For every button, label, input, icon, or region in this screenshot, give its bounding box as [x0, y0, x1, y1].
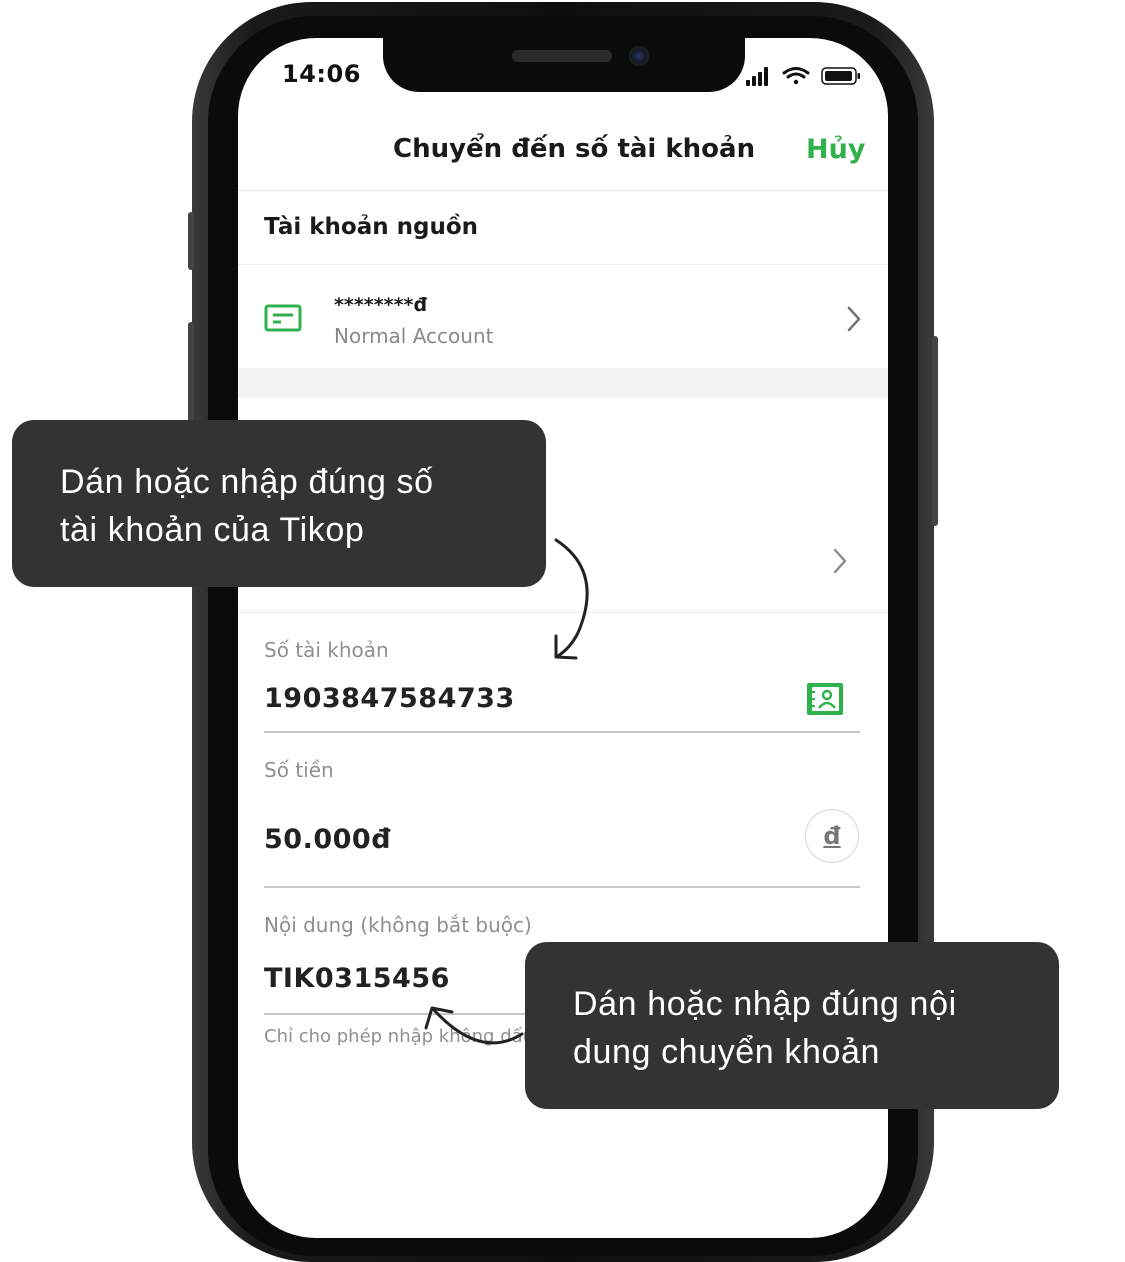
callout-1-line1: Dán hoặc nhập đúng số	[60, 463, 434, 501]
callout-1-line2: tài khoản của Tikop	[60, 511, 365, 549]
account-balance: ********đ	[334, 294, 428, 316]
currency-icon[interactable]: đ	[805, 809, 859, 863]
phone-side-button	[188, 212, 194, 270]
callout-content: Dán hoặc nhập đúng nội dung chuyển khoản	[525, 942, 1059, 1109]
status-icons	[744, 64, 864, 88]
signal-icon	[746, 67, 768, 86]
account-number-label: Số tài khoản	[264, 638, 389, 662]
account-type: Normal Account	[334, 324, 494, 348]
notch	[383, 38, 745, 92]
divider	[238, 264, 888, 265]
speaker	[512, 50, 612, 62]
section-separator	[238, 368, 888, 398]
arrow-to-content-icon	[424, 1006, 524, 1045]
source-account-row[interactable]: ********đ Normal Account	[238, 266, 888, 368]
amount-underline	[264, 886, 860, 888]
contacts-icon[interactable]	[806, 682, 844, 716]
cancel-button[interactable]: Hủy	[806, 134, 865, 165]
account-number-underline	[264, 731, 860, 733]
callout-2-line2: dung chuyển khoản	[573, 1033, 881, 1071]
currency-symbol: đ	[823, 822, 841, 850]
callout-account-number: Dán hoặc nhập đúng số tài khoản của Tiko…	[12, 420, 546, 587]
content-input[interactable]: TIK0315456	[264, 963, 450, 994]
card-icon	[264, 304, 302, 332]
wifi-icon	[782, 67, 810, 85]
phone-volume-up	[188, 322, 194, 422]
nav-bar: Chuyển đến số tài khoản Hủy	[238, 108, 888, 191]
chevron-right-icon	[833, 548, 847, 574]
battery-icon	[821, 67, 860, 85]
source-account-heading: Tài khoản nguồn	[264, 214, 479, 240]
amount-input[interactable]: 50.000đ	[264, 824, 391, 855]
content-label: Nội dung (không bắt buộc)	[264, 913, 532, 937]
phone-power-button	[932, 336, 938, 526]
callout-2-line1: Dán hoặc nhập đúng nội	[573, 985, 957, 1023]
account-number-input[interactable]: 1903847584733	[264, 683, 515, 714]
chevron-right-icon	[847, 306, 861, 332]
front-camera	[629, 46, 649, 66]
page-title: Chuyển đến số tài khoản	[393, 134, 756, 164]
arrow-to-account-number-icon	[554, 538, 589, 660]
amount-label: Số tiền	[264, 758, 334, 782]
status-time: 14:06	[282, 60, 361, 88]
